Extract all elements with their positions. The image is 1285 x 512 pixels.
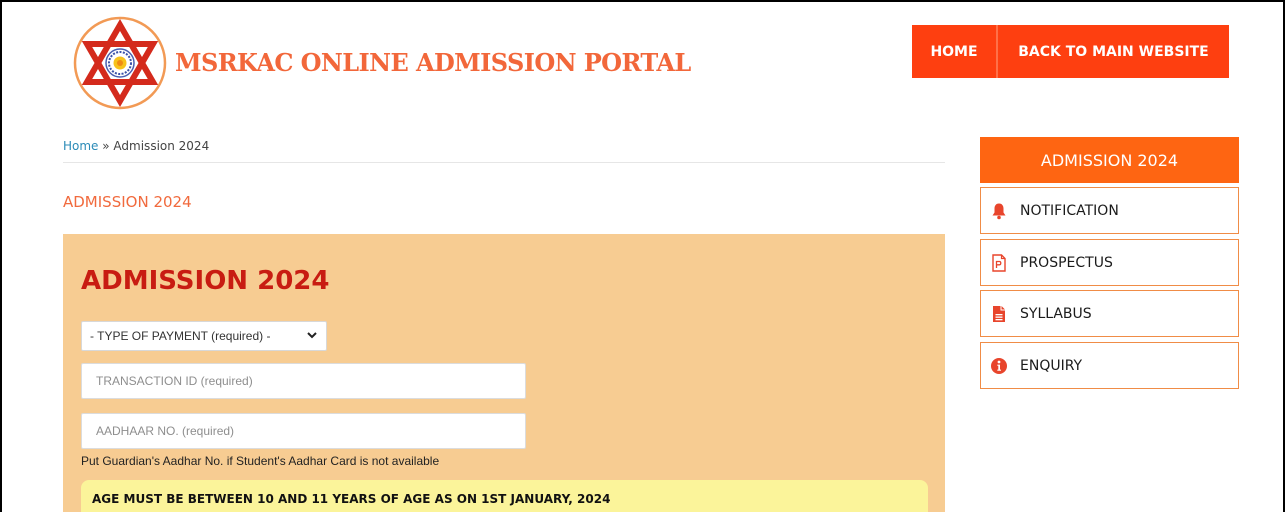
- payment-type-select[interactable]: - TYPE OF PAYMENT (required) -: [81, 321, 327, 351]
- sidebar-item-label: SYLLABUS: [1020, 305, 1092, 322]
- sidebar-item-enquiry[interactable]: ENQUIRY: [980, 342, 1239, 389]
- bell-icon: [992, 203, 1006, 219]
- top-navigation: HOME BACK TO MAIN WEBSITE: [912, 25, 1229, 78]
- file-text-icon: [993, 305, 1005, 322]
- nav-back-to-main-website-link[interactable]: BACK TO MAIN WEBSITE: [998, 25, 1229, 78]
- breadcrumb: Home » Admission 2024: [63, 139, 209, 153]
- info-icon: [991, 357, 1007, 374]
- payment-type-selected-value: - TYPE OF PAYMENT (required) -: [90, 329, 271, 343]
- sidebar-item-label: ENQUIRY: [1020, 357, 1083, 374]
- sidebar-item-label: NOTIFICATION: [1020, 202, 1119, 219]
- aadhaar-hint-text: Put Guardian's Aadhar No. if Student's A…: [81, 454, 440, 468]
- sidebar-item-prospectus[interactable]: PROSPECTUS: [980, 239, 1239, 286]
- breadcrumb-current: Admission 2024: [113, 139, 210, 153]
- aadhaar-number-input[interactable]: [81, 413, 526, 449]
- breadcrumb-separator: »: [98, 139, 114, 153]
- sidebar-item-notification[interactable]: NOTIFICATION: [980, 187, 1239, 234]
- breadcrumb-divider: [63, 162, 945, 163]
- sidebar-item-label: PROSPECTUS: [1020, 254, 1113, 271]
- form-title: ADMISSION 2024: [81, 266, 330, 296]
- nav-home-link[interactable]: HOME: [912, 25, 998, 78]
- chevron-down-icon: [307, 332, 317, 339]
- sidebar-item-syllabus[interactable]: SYLLABUS: [980, 290, 1239, 337]
- transaction-id-input[interactable]: [81, 363, 526, 399]
- breadcrumb-home-link[interactable]: Home: [63, 139, 98, 153]
- college-logo[interactable]: [72, 15, 168, 111]
- sidebar-heading: ADMISSION 2024: [980, 137, 1239, 183]
- document-p-icon: [992, 253, 1006, 272]
- site-title[interactable]: MSRKAC ONLINE ADMISSION PORTAL: [175, 48, 691, 77]
- admission-form-panel: ADMISSION 2024 - TYPE OF PAYMENT (requir…: [63, 234, 945, 512]
- page-heading: ADMISSION 2024: [63, 193, 192, 211]
- age-requirement-notice: AGE MUST BE BETWEEN 10 AND 11 YEARS OF A…: [81, 480, 928, 512]
